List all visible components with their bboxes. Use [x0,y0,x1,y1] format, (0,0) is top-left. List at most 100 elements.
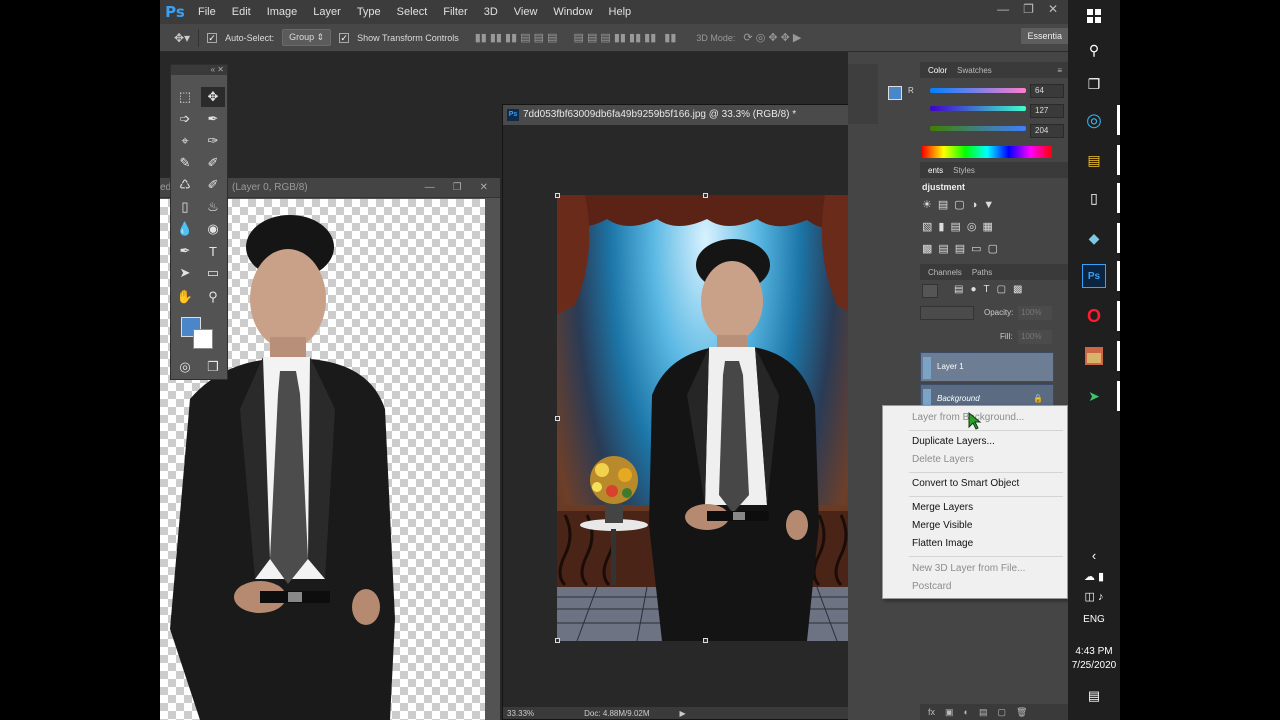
eyedropper-tool-icon[interactable]: ✑ [201,131,225,151]
tab-adjustments[interactable]: ents [928,166,943,175]
menu-window[interactable]: Window [545,0,600,24]
adjustment-layer-icon[interactable]: ◐ [964,707,969,717]
menu-convert-smart-object[interactable]: Convert to Smart Object [883,475,1067,493]
menu-edit[interactable]: Edit [224,0,259,24]
menu-select[interactable]: Select [389,0,436,24]
menu-image[interactable]: Image [259,0,306,24]
file-explorer-icon[interactable]: ▤ [1082,148,1106,172]
marquee-tool-icon[interactable]: ⬚ [173,87,197,107]
tab-swatches[interactable]: Swatches [957,66,992,75]
menu-new-3d-layer[interactable]: New 3D Layer from File... [883,560,1067,578]
distribute-buttons[interactable]: ▤ ▤ ▤ ▮▮ ▮▮ ▮▮ [574,31,657,44]
menu-postcard[interactable]: Postcard [883,578,1067,596]
healing-tool-icon[interactable]: ✎ [173,153,197,173]
b-value[interactable]: 204 [1030,124,1064,138]
background-color-swatch[interactable] [193,329,213,349]
path-select-tool-icon[interactable]: ➤ [173,263,197,283]
app-icon[interactable]: ◆ [1082,226,1106,250]
shape-tool-icon[interactable]: ▭ [201,263,225,283]
zoom-tool-icon[interactable]: ⚲ [201,287,225,307]
pen-tool-icon[interactable]: ✒ [173,241,197,261]
menu-type[interactable]: Type [349,0,389,24]
hand-tool-icon[interactable]: ✋ [173,287,197,307]
color-fg-swatch[interactable] [888,86,902,100]
menu-file[interactable]: File [190,0,224,24]
eraser-tool-icon[interactable]: ▯ [173,197,197,217]
menu-merge-visible[interactable]: Merge Visible [883,517,1067,535]
doc1-restore-icon[interactable]: ❐ [453,178,462,198]
minimize-icon[interactable]: — [997,0,1009,18]
brush-tool-icon[interactable]: ✐ [201,153,225,173]
menu-flatten-image[interactable]: Flatten Image [883,535,1067,553]
transform-handle[interactable] [555,416,560,421]
dodge-tool-icon[interactable]: ◉ [201,219,225,239]
adjustment-icons-row3[interactable]: ▩▤▤▭▢ [922,242,1004,255]
auto-align-button[interactable]: ▮▮ [664,31,676,44]
transform-handle[interactable] [555,193,560,198]
transform-handle[interactable] [555,638,560,643]
align-buttons[interactable]: ▮▮ ▮▮ ▮▮ ▤ ▤ ▤ [475,31,558,44]
clock-time[interactable]: 4:43 PM [1068,646,1120,657]
color-spectrum[interactable] [922,146,1052,158]
doc1-minimize-icon[interactable]: — [425,178,435,198]
b-slider[interactable] [930,126,1026,131]
menu-3d[interactable]: 3D [476,0,506,24]
menu-layer[interactable]: Layer [305,0,349,24]
tab-styles[interactable]: Styles [953,166,975,175]
action-center-icon[interactable]: ▤ [1068,688,1120,704]
status-arrow-icon[interactable]: ▶ [680,709,686,718]
tab-paths[interactable]: Paths [972,268,992,277]
3d-mode-buttons[interactable]: ⟳ ◎ ✥ ✥ ▶ [743,31,801,44]
green-app-icon[interactable]: ➤ [1082,384,1106,408]
screen-mode-icon[interactable]: ❐ [201,357,225,377]
workspace-switcher[interactable]: Essentia [1021,28,1068,44]
show-transform-checkbox[interactable]: ✓ [339,32,350,43]
new-group-icon[interactable]: ▤ [979,707,988,718]
adjustment-icons-row1[interactable]: ☀▤▢◑▼ [922,198,1000,211]
r-value[interactable]: 64 [1030,84,1064,98]
composite-photo[interactable] [557,195,854,641]
fill-input[interactable]: 100% [1018,330,1052,344]
blur-tool-icon[interactable]: 💧 [173,219,197,239]
network-volume-icons[interactable]: ◫ ♪ [1068,590,1120,603]
quick-mask-icon[interactable]: ◎ [173,357,197,377]
blend-mode-dropdown[interactable] [920,306,974,320]
move-tool-icon[interactable]: ✥▾ [174,31,190,45]
onedrive-mic-icons[interactable]: ☁ ▮ [1068,570,1120,583]
paint-bucket-tool-icon[interactable]: ♨ [201,197,225,217]
menu-delete-layers[interactable]: Delete Layers [883,451,1067,469]
g-slider[interactable] [930,106,1026,111]
edge-icon[interactable]: ◎ [1082,108,1106,132]
add-mask-icon[interactable]: ▣ [945,707,954,718]
photoshop-taskbar-icon[interactable]: Ps [1082,264,1106,288]
opera-icon[interactable]: O [1082,304,1106,328]
g-value[interactable]: 127 [1030,104,1064,118]
close-icon[interactable]: ✕ [1048,0,1058,18]
layer-filter-icons[interactable]: ▤●T▢▩ [954,284,1030,295]
panel-menu-icon[interactable]: ≡ [1057,66,1062,75]
menu-duplicate-layers[interactable]: Duplicate Layers... [883,433,1067,451]
type-tool-icon[interactable]: T [201,241,225,261]
windows-start-icon[interactable] [1082,4,1106,28]
transform-handle[interactable] [703,638,708,643]
transform-handle[interactable] [703,193,708,198]
zoom-level[interactable]: 33.33% [507,709,534,718]
tools-panel-header[interactable]: « ✕ [171,65,227,75]
language-indicator[interactable]: ENG [1068,614,1120,625]
opacity-input[interactable]: 100% [1018,306,1052,320]
trash-icon[interactable]: 🗑 [1016,707,1027,718]
history-brush-tool-icon[interactable]: ✐ [201,175,225,195]
auto-select-dropdown[interactable]: Group ⇕ [282,29,332,46]
r-slider[interactable] [930,88,1026,93]
layer-filter-dropdown[interactable] [922,284,938,298]
tab-color[interactable]: Color [928,66,947,75]
quick-select-tool-icon[interactable]: ✒ [201,109,225,129]
restore-icon[interactable]: ❐ [1023,0,1034,18]
link-layers-icon[interactable]: fx [928,707,935,717]
new-layer-icon[interactable]: ▢ [997,707,1006,718]
clock-date[interactable]: 7/25/2020 [1068,660,1120,671]
layer-row-layer1[interactable]: Layer 1 [920,352,1054,382]
adjustment-icons-row2[interactable]: ▧▮▤◎▦ [922,220,999,233]
doc1-close-icon[interactable]: ✕ [480,178,488,198]
move-tool-icon[interactable]: ✥ [201,87,225,107]
